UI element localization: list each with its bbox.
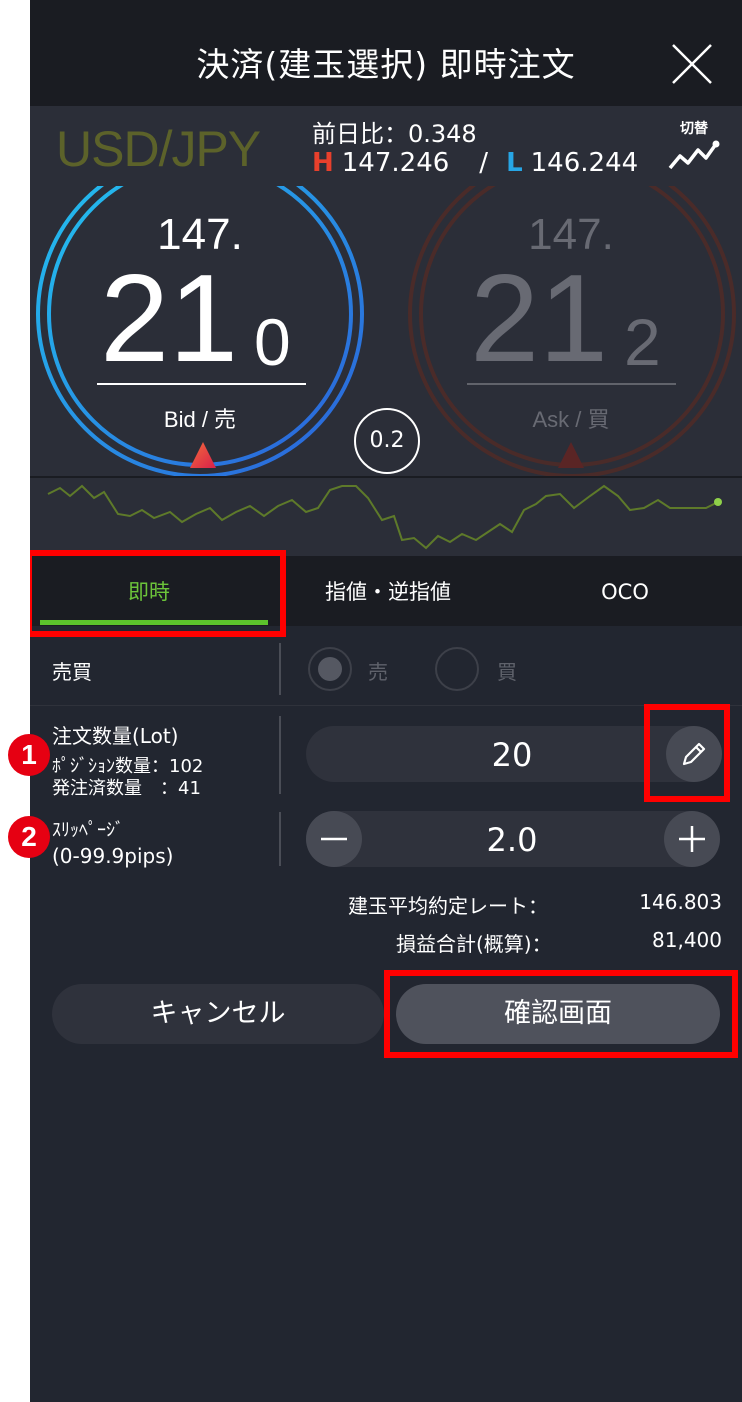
currency-pair: USD/JPY <box>56 121 261 177</box>
header-bar: 決済(建玉選択) 即時注文 <box>30 0 742 106</box>
slippage-input[interactable]: 2.0 <box>306 811 718 867</box>
price-panel: 147. 21 0 Bid / 売 147. 21 2 Ask / 買 0.2 <box>30 186 742 476</box>
low-marker: L <box>506 148 523 178</box>
profit-loss-value: 81,400 <box>652 928 722 952</box>
ask-price-pip: 2 <box>624 305 661 379</box>
low-value: 146.244 <box>530 148 639 178</box>
highlight-edit-button <box>644 704 730 802</box>
side-divider <box>279 643 281 695</box>
slippage-decrease-button[interactable] <box>306 811 362 867</box>
bid-price-pip: 0 <box>254 305 291 379</box>
step-badge-1: 1 <box>8 734 50 776</box>
step-badge-2: 2 <box>8 816 50 858</box>
page-title: 決済(建玉選択) 即時注文 <box>196 45 576 84</box>
slippage-increase-button[interactable] <box>664 811 720 867</box>
daily-change: 前日比：0.348 <box>312 120 477 148</box>
buy-radio-label: 買 <box>497 660 517 684</box>
plus-icon <box>679 826 705 852</box>
ask-price-main: 21 <box>470 250 608 388</box>
sell-radio-label: 売 <box>368 660 388 684</box>
slippage-label: ｽﾘｯﾍﾟｰｼﾞ <box>52 820 124 841</box>
average-rate-value: 146.803 <box>639 890 722 914</box>
close-icon[interactable] <box>670 42 714 86</box>
high-marker: H <box>312 148 334 178</box>
buy-radio[interactable] <box>435 647 479 691</box>
ask-label: Ask / 買 <box>532 407 610 432</box>
qty-divider <box>279 716 281 794</box>
side-label: 売買 <box>52 660 92 684</box>
switch-label: 切替 <box>680 121 708 137</box>
pair-info: USD/JPY 前日比：0.348 H 147.246 / L 146.244 切替 <box>30 106 742 186</box>
ordered-quantity: 発注済数量 ：41 <box>52 778 201 799</box>
minus-icon <box>321 837 347 841</box>
slippage-range: (0-99.9pips) <box>52 844 174 868</box>
slip-divider <box>279 812 281 866</box>
bid-label: Bid / 売 <box>163 407 237 432</box>
cancel-button[interactable]: キャンセル <box>52 984 384 1044</box>
row-divider <box>30 705 742 706</box>
bid-price-main: 21 <box>100 250 238 388</box>
ask-up-arrow-icon <box>558 442 584 468</box>
price-sparkline <box>30 476 742 556</box>
chart-trend-icon <box>668 140 720 170</box>
profit-loss-label: 損益合計(概算)： <box>396 932 552 956</box>
highlight-confirm-button <box>384 970 738 1058</box>
average-rate-label: 建玉平均約定レート： <box>348 894 548 918</box>
high-value: 147.246 <box>341 148 450 178</box>
order-panel: 決済(建玉選択) 即時注文 USD/JPY 前日比：0.348 H 147.246… <box>30 0 742 1402</box>
chart-switch-button[interactable]: 切替 <box>666 118 722 178</box>
high-low: H 147.246 / L 146.244 <box>312 148 638 178</box>
high-low-separator: / <box>479 148 489 178</box>
sell-radio[interactable] <box>308 647 352 691</box>
tab-limit-stop[interactable]: 指値・逆指値 <box>268 556 508 626</box>
order-quantity-label: 注文数量(Lot) <box>52 724 179 748</box>
bid-up-arrow-icon <box>190 442 216 468</box>
spread-badge: 0.2 <box>354 408 420 474</box>
highlight-immediate-tab <box>30 550 286 637</box>
tab-oco[interactable]: OCO <box>508 556 742 626</box>
